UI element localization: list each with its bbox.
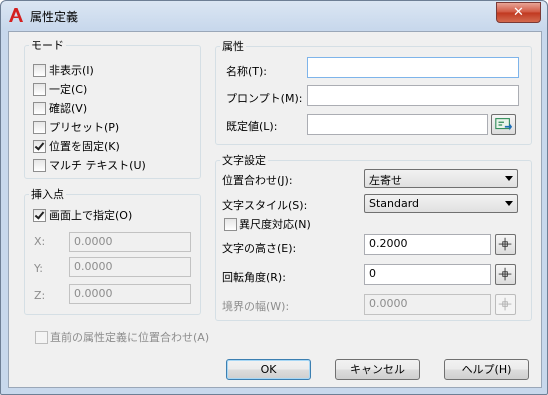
- chevron-down-icon: [505, 176, 513, 181]
- pick-width-button[interactable]: [495, 294, 516, 315]
- help-button[interactable]: ヘルプ(H): [444, 359, 529, 380]
- lock-position-checkbox[interactable]: [33, 140, 46, 153]
- attribute-group-label: 属性: [220, 38, 246, 54]
- constant-label: 一定(C): [49, 83, 88, 96]
- hidden-label: 非表示(I): [49, 64, 94, 77]
- align-below-previous-checkbox[interactable]: [35, 331, 48, 344]
- multiline-text-checkbox[interactable]: [33, 159, 46, 172]
- multiline-text-label: マルチ テキスト(U): [49, 159, 146, 172]
- tag-label: 名称(T):: [226, 65, 268, 78]
- align-below-previous-label: 直前の属性定義に位置合わせ(A): [50, 331, 210, 344]
- boundary-width-label: 境界の幅(W):: [222, 300, 290, 313]
- preset-checkbox[interactable]: [33, 121, 46, 134]
- dialog-window: 属性定義 ✕ モード 非表示(I) 一定(C) 確認(V) プリセット(P) 位…: [0, 0, 548, 395]
- rotation-label: 回転角度(R):: [222, 271, 286, 284]
- autocad-app-icon: [9, 8, 23, 22]
- crosshair-icon: [498, 297, 512, 311]
- chevron-down-icon: [505, 201, 513, 206]
- default-field[interactable]: [307, 114, 488, 135]
- x-label: X:: [34, 235, 46, 248]
- default-label: 既定値(L):: [226, 120, 278, 133]
- verify-checkbox[interactable]: [33, 102, 46, 115]
- ok-button[interactable]: OK: [226, 359, 311, 380]
- text-height-label: 文字の高さ(E):: [222, 242, 297, 255]
- hidden-checkbox[interactable]: [33, 64, 46, 77]
- tag-field[interactable]: [307, 57, 519, 78]
- justification-value: 左寄せ: [369, 174, 402, 187]
- specify-on-screen-label: 画面上で指定(O): [49, 209, 133, 222]
- cancel-button[interactable]: キャンセル: [335, 359, 420, 380]
- text-style-label: 文字スタイル(S):: [222, 199, 308, 212]
- text-settings-group-label: 文字設定: [220, 152, 268, 168]
- rotation-field[interactable]: 0: [364, 264, 491, 285]
- text-style-dropdown[interactable]: Standard: [364, 194, 518, 213]
- pick-rotation-button[interactable]: [495, 264, 516, 285]
- title-bar[interactable]: 属性定義 ✕: [1, 1, 547, 31]
- pick-height-button[interactable]: [495, 234, 516, 255]
- y-label: Y:: [34, 262, 43, 275]
- annotative-label: 異尺度対応(N): [239, 218, 311, 231]
- z-field[interactable]: 0.0000: [69, 284, 191, 304]
- annotative-checkbox[interactable]: [224, 218, 237, 231]
- text-style-value: Standard: [369, 197, 420, 210]
- preset-label: プリセット(P): [49, 121, 120, 134]
- justification-label: 位置合わせ(J):: [222, 174, 293, 187]
- crosshair-icon: [498, 237, 512, 251]
- dialog-body: モード 非表示(I) 一定(C) 確認(V) プリセット(P) 位置を固定(K)…: [8, 31, 542, 388]
- insertion-point-group-label: 挿入点: [29, 186, 66, 202]
- boundary-width-field[interactable]: 0.0000: [364, 294, 491, 315]
- justification-dropdown[interactable]: 左寄せ: [364, 169, 518, 188]
- specify-on-screen-checkbox[interactable]: [33, 209, 46, 222]
- text-height-field[interactable]: 0.2000: [364, 234, 491, 255]
- x-field[interactable]: 0.0000: [69, 232, 191, 252]
- verify-label: 確認(V): [49, 102, 88, 115]
- close-button[interactable]: ✕: [496, 2, 541, 23]
- lock-position-label: 位置を固定(K): [49, 140, 120, 153]
- insert-field-icon: [495, 118, 513, 131]
- prompt-label: プロンプト(M):: [226, 92, 303, 105]
- z-label: Z:: [34, 289, 46, 302]
- mode-group-label: モード: [29, 37, 66, 53]
- prompt-field[interactable]: [307, 85, 519, 106]
- window-title: 属性定義: [30, 10, 79, 24]
- y-field[interactable]: 0.0000: [69, 257, 191, 277]
- insert-field-button[interactable]: [491, 114, 516, 135]
- crosshair-icon: [498, 267, 512, 281]
- constant-checkbox[interactable]: [33, 83, 46, 96]
